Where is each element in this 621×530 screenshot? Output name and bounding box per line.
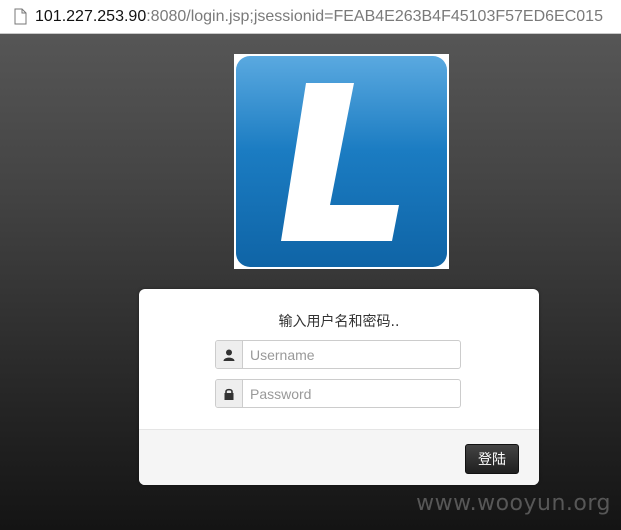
- login-prompt: 输入用户名和密码..: [278, 314, 400, 330]
- password-field[interactable]: [215, 379, 461, 408]
- url-path: :8080/login.jsp;jsessionid=FEAB4E263B4F4…: [146, 7, 603, 25]
- watermark: www.wooyun.org: [416, 491, 611, 516]
- lock-icon: [216, 380, 243, 407]
- url-text[interactable]: 101.227.253.90:8080/login.jsp;jsessionid…: [35, 8, 603, 26]
- login-panel: 输入用户名和密码.. 登陆: [139, 289, 539, 485]
- login-button[interactable]: 登陆: [465, 444, 519, 474]
- password-input[interactable]: [243, 380, 460, 407]
- logo-l-icon: [236, 56, 447, 267]
- url-host: 101.227.253.90: [35, 7, 147, 25]
- page-icon: [14, 8, 27, 25]
- user-icon: [216, 341, 243, 368]
- username-field[interactable]: [215, 340, 461, 369]
- address-bar[interactable]: 101.227.253.90:8080/login.jsp;jsessionid…: [0, 0, 621, 34]
- username-input[interactable]: [243, 341, 460, 368]
- login-footer: 登陆: [139, 429, 539, 485]
- logo: [234, 54, 449, 269]
